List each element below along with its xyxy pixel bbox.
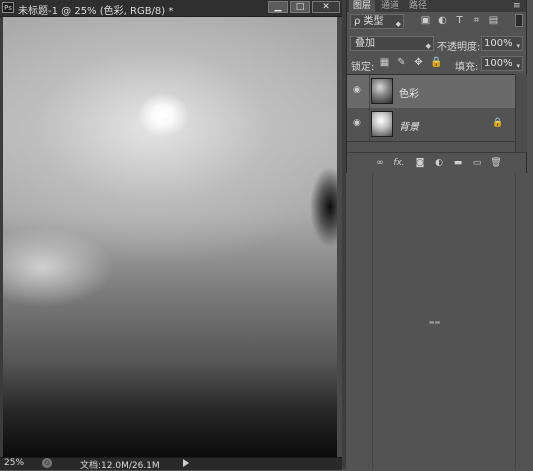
chevron-down-icon[interactable]: ▾ <box>516 40 520 53</box>
layer-thumbnail[interactable] <box>371 78 393 104</box>
lock-position-icon[interactable]: ✥ <box>413 57 424 69</box>
blend-mode-select[interactable]: 叠加 ◆ <box>350 36 434 51</box>
adjustment-layer-icon[interactable]: ◐ <box>433 157 445 169</box>
lock-icon: 🔒 <box>492 118 504 128</box>
document-title: 未标题-1 @ 25% (色彩, RGB/8) * <box>18 6 174 17</box>
layer-row-color[interactable]: ◉ 色彩 <box>347 75 515 109</box>
filter-kind-label: ρ 类型 <box>354 16 384 27</box>
chevron-down-icon[interactable]: ▾ <box>516 60 520 73</box>
dock-divider-line <box>515 172 516 469</box>
shape-filter-icon[interactable]: ⌗ <box>471 15 482 26</box>
image-filter-icon[interactable]: ▣ <box>420 15 431 26</box>
smart-object-filter-icon[interactable]: ▤ <box>488 15 499 26</box>
layer-filter-kind-select[interactable]: ρ 类型 ◆ <box>350 14 404 29</box>
opacity-value: 100% <box>484 38 513 49</box>
chevron-updown-icon: ◆ <box>425 42 431 50</box>
layer-name[interactable]: 背景 <box>399 118 419 133</box>
minimize-button[interactable]: ▁ <box>268 1 288 13</box>
visibility-column[interactable]: ◉ <box>347 75 370 108</box>
panel-menu-icon[interactable]: ≡ <box>513 1 521 11</box>
close-button[interactable]: ✕ <box>312 1 340 13</box>
fill-field[interactable]: 100% ▾ <box>481 56 523 71</box>
dock-divider-line <box>372 172 373 469</box>
panel-resize-grip-icon[interactable]: ▬▬ <box>429 319 440 326</box>
visibility-column[interactable]: ◉ <box>347 108 370 141</box>
canvas-image[interactable] <box>3 17 337 457</box>
status-info-icon[interactable]: ⊙ <box>42 458 52 468</box>
document-size-info: 文档:12.0M/26.1M <box>80 461 160 471</box>
lock-label: 锁定: <box>351 62 375 73</box>
delete-layer-icon[interactable]: 🗑 <box>490 157 502 169</box>
eye-icon[interactable]: ◉ <box>353 86 363 95</box>
tab-layers[interactable]: 图层 <box>349 0 376 12</box>
layers-panel-footer: ∞ fx. ◙ ◐ ▬ ▭ 🗑 ▬▬ <box>347 152 526 326</box>
adjustment-filter-icon[interactable]: ◐ <box>437 15 448 26</box>
add-mask-icon[interactable]: ◙ <box>414 157 426 169</box>
layer-name[interactable]: 色彩 <box>399 85 419 100</box>
filter-toggle-switch[interactable] <box>515 14 523 27</box>
canvas-area[interactable] <box>3 17 337 457</box>
status-bar: 25% ⊙ 文档:12.0M/26.1M <box>0 457 342 471</box>
status-menu-arrow-icon[interactable] <box>183 459 189 467</box>
layers-panel: 图层 通道 路径 ≡ ρ 类型 ◆ ▣ ◐ T ⌗ ▤ 叠加 ◆ 不透明度: 100… <box>346 0 527 326</box>
layer-row-background[interactable]: ◉ 背景 🔒 <box>347 108 515 142</box>
lock-all-icon[interactable]: 🔒 <box>430 57 442 69</box>
type-filter-icon[interactable]: T <box>454 15 465 26</box>
opacity-field[interactable]: 100% ▾ <box>481 36 523 51</box>
lock-transparent-pixels-icon[interactable]: ▦ <box>379 57 390 69</box>
lock-image-pixels-icon[interactable]: ✎ <box>396 57 407 69</box>
chevron-updown-icon: ◆ <box>395 20 401 28</box>
layer-thumbnail[interactable] <box>371 111 393 137</box>
document-window: Ps 未标题-1 @ 25% (色彩, RGB/8) * ▁ □ ✕ 25% ⊙… <box>0 0 342 471</box>
tab-paths[interactable]: 路径 <box>405 0 431 12</box>
layer-list-scrollbar[interactable] <box>515 74 527 152</box>
fill-label: 填充: <box>455 62 479 73</box>
zoom-level[interactable]: 25% <box>4 458 24 468</box>
panel-tab-bar: 图层 通道 路径 ≡ <box>347 0 526 12</box>
layer-list: ◉ 色彩 ◉ 背景 🔒 <box>347 74 515 153</box>
maximize-button[interactable]: □ <box>290 1 310 13</box>
new-group-icon[interactable]: ▬ <box>452 157 464 169</box>
new-layer-icon[interactable]: ▭ <box>471 157 483 169</box>
fx-icon[interactable]: fx. <box>393 157 405 169</box>
blend-mode-value: 叠加 <box>355 38 375 49</box>
opacity-label: 不透明度: <box>437 42 481 53</box>
document-title-bar[interactable]: Ps 未标题-1 @ 25% (色彩, RGB/8) * ▁ □ ✕ <box>0 0 342 17</box>
tab-channels[interactable]: 通道 <box>377 0 403 12</box>
photoshop-app-icon: Ps <box>2 2 14 13</box>
fill-value: 100% <box>484 58 513 69</box>
eye-icon[interactable]: ◉ <box>353 119 363 128</box>
link-layers-icon[interactable]: ∞ <box>374 157 386 169</box>
